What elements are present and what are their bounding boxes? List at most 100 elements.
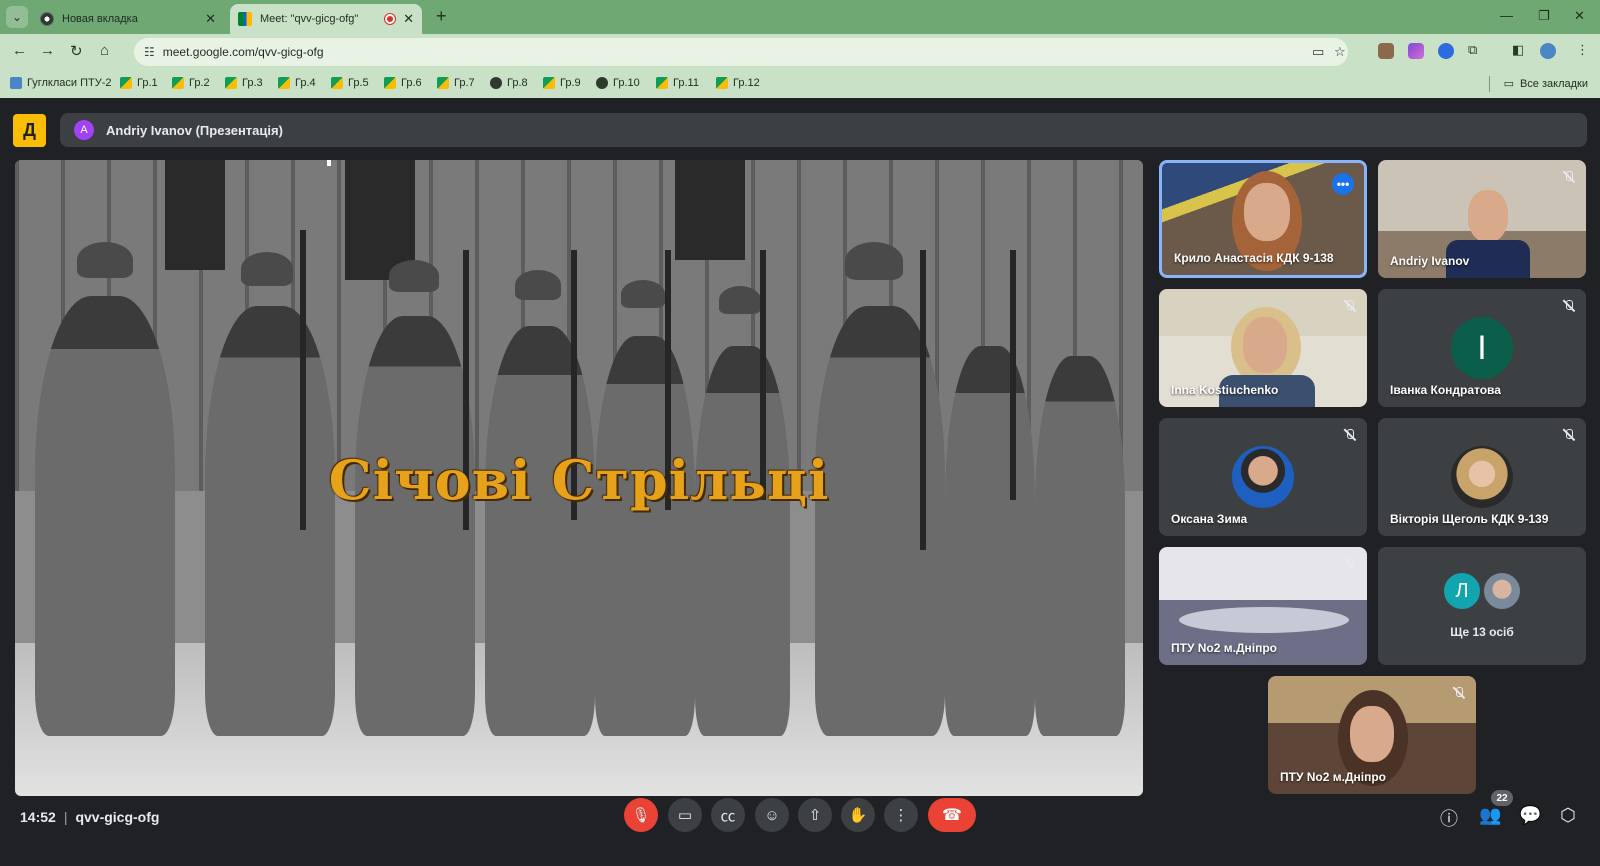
participant-name: Вікторія Щеголь КДК 9-139 (1390, 512, 1549, 526)
participant-face (1468, 190, 1508, 242)
bookmark-item[interactable]: Гр.1 (120, 77, 158, 89)
bookmark-item[interactable]: Гр.10 (596, 77, 640, 89)
present-button[interactable]: ⇧ (798, 798, 832, 832)
globe-icon (596, 77, 608, 89)
bookmark-item[interactable]: Гр.11 (656, 77, 699, 89)
participant-tile[interactable]: І Іванка Кондратова (1378, 289, 1586, 407)
captions-icon: ㏄ (720, 807, 736, 825)
site-info-icon[interactable]: ☷ (144, 45, 155, 59)
helmet (719, 286, 761, 314)
presentation-banner: A Andriy Ivanov (Презентація) (60, 113, 1587, 147)
profile-avatar[interactable] (1540, 43, 1556, 59)
tab-search-chevron-icon[interactable]: ⌄ (6, 6, 28, 28)
participant-tile[interactable]: ••• Крило Анастасія КДК 9-138 (1159, 160, 1367, 278)
side-panel-icon[interactable]: ◧ (1512, 42, 1524, 58)
soldier-figure (695, 346, 790, 736)
mic-off-icon (1343, 557, 1357, 571)
mic-off-icon (1562, 170, 1576, 184)
helmet (515, 270, 561, 300)
participant-face (1244, 183, 1290, 241)
window-close-icon[interactable]: ✕ (1574, 8, 1585, 24)
bookmark-item[interactable]: Гр.6 (384, 77, 422, 89)
hand-icon: ✋ (848, 807, 868, 824)
extension-icon[interactable] (1378, 43, 1394, 59)
extensions-puzzle-icon[interactable]: ⧉ (1468, 42, 1477, 58)
browser-menu-icon[interactable]: ⋮ (1576, 42, 1589, 58)
recording-indicator-icon (385, 14, 396, 24)
people-count-badge: 22 (1491, 790, 1513, 806)
mic-off-button[interactable]: 🎙 (624, 798, 658, 832)
more-options-button[interactable]: ⋮ (884, 798, 918, 832)
bookmark-item[interactable]: Гр.4 (278, 77, 316, 89)
bookmark-divider (1489, 76, 1490, 92)
window (165, 160, 225, 270)
classroom-icon (172, 77, 184, 89)
people-icon[interactable]: 👥 (1479, 805, 1501, 826)
forward-arrow-icon[interactable]: → (40, 42, 55, 59)
raise-hand-button[interactable]: ✋ (841, 798, 875, 832)
minimize-icon[interactable]: — (1500, 8, 1513, 23)
new-tab-plus-icon[interactable]: + (436, 6, 447, 27)
tab-title: Meet: "qvv-gicg-ofg" (260, 13, 359, 25)
reactions-button[interactable]: ☺ (755, 798, 789, 832)
activities-icon[interactable]: ⬡ (1560, 805, 1576, 826)
leave-call-button[interactable]: ☎ (928, 798, 976, 832)
helmet (621, 280, 665, 308)
bookmark-item[interactable]: Гр.8 (490, 77, 528, 89)
globe-icon (490, 77, 502, 89)
meeting-details-icon[interactable]: ⓘ (1440, 805, 1458, 831)
back-arrow-icon[interactable]: ← (12, 42, 27, 59)
participant-tile[interactable]: ПТУ No2 м.Дніпро (1159, 547, 1367, 665)
address-bar[interactable]: ☷ meet.google.com/qvv-gicg-ofg ▭ ☆ (134, 38, 1348, 66)
restore-icon[interactable]: ❐ (1538, 8, 1550, 24)
participant-tile[interactable]: ПТУ No2 м.Дніпро (1268, 676, 1476, 794)
bookmark-item[interactable]: Гр.3 (225, 77, 263, 89)
soldier-figure (355, 316, 475, 736)
chat-icon[interactable]: 💬 (1519, 805, 1541, 826)
camera-in-use-icon[interactable]: ▭ (1312, 44, 1324, 60)
participant-tile[interactable]: Вікторія Щеголь КДК 9-139 (1378, 418, 1586, 536)
participant-name: Крило Анастасія КДК 9-138 (1174, 251, 1334, 265)
more-options-icon[interactable]: ••• (1332, 173, 1354, 195)
mic-off-icon (1343, 299, 1357, 313)
participant-avatar: І (1451, 317, 1513, 379)
participant-tile[interactable]: Оксана Зима (1159, 418, 1367, 536)
bookmark-item[interactable]: Гр.9 (543, 77, 581, 89)
participant-name: ПТУ No2 м.Дніпро (1280, 770, 1387, 784)
divider: | (63, 809, 68, 825)
participant-tile[interactable]: Inna Kostiuchenko (1159, 289, 1367, 407)
bookmark-item[interactable]: Гр.12 (716, 77, 760, 89)
participant-tile[interactable]: Andriy Ivanov (1378, 160, 1586, 278)
bookmark-star-icon[interactable]: ☆ (1334, 44, 1346, 60)
zoom-extension-icon[interactable] (1438, 43, 1454, 59)
bookmark-item[interactable]: Гр.2 (172, 77, 210, 89)
captions-button[interactable]: ㏄ (711, 798, 745, 832)
reload-icon[interactable]: ↻ (70, 42, 83, 60)
current-time: 14:52 (20, 809, 56, 825)
camera-button[interactable]: ▭ (668, 798, 702, 832)
classroom-icon (278, 77, 290, 89)
hangup-phone-icon: ☎ (942, 807, 962, 824)
participant-video (1179, 607, 1349, 633)
presenter-label: Andriy Ivanov (Презентація) (106, 122, 283, 138)
all-bookmarks-button[interactable]: ▭ Все закладки (1504, 77, 1588, 91)
home-icon[interactable]: ⌂ (100, 42, 109, 59)
participant-name: ПТУ No2 м.Дніпро (1171, 641, 1278, 655)
slide-title: Січові Стрільці (328, 448, 830, 512)
participant-face (1243, 317, 1287, 373)
bookmark-item[interactable]: Гр.7 (437, 77, 475, 89)
mic-off-icon (1343, 428, 1357, 442)
helmet (77, 242, 133, 278)
more-participants-tile[interactable]: Л Ще 13 осіб (1378, 547, 1586, 665)
pen-extension-icon[interactable] (1408, 43, 1424, 59)
helmet (389, 260, 439, 292)
tab-new-tab[interactable]: Новая вкладка ✕ (32, 4, 224, 34)
classroom-icon (437, 77, 449, 89)
helmet (845, 242, 903, 280)
close-tab-icon[interactable]: ✕ (205, 11, 216, 27)
close-tab-icon[interactable]: ✕ (403, 11, 414, 27)
classroom-icon (225, 77, 237, 89)
bookmark-item[interactable]: Гуглкласи ПТУ-2 (10, 77, 111, 89)
bookmark-item[interactable]: Гр.5 (331, 77, 369, 89)
tab-meet[interactable]: Meet: "qvv-gicg-ofg" ✕ (230, 4, 422, 34)
